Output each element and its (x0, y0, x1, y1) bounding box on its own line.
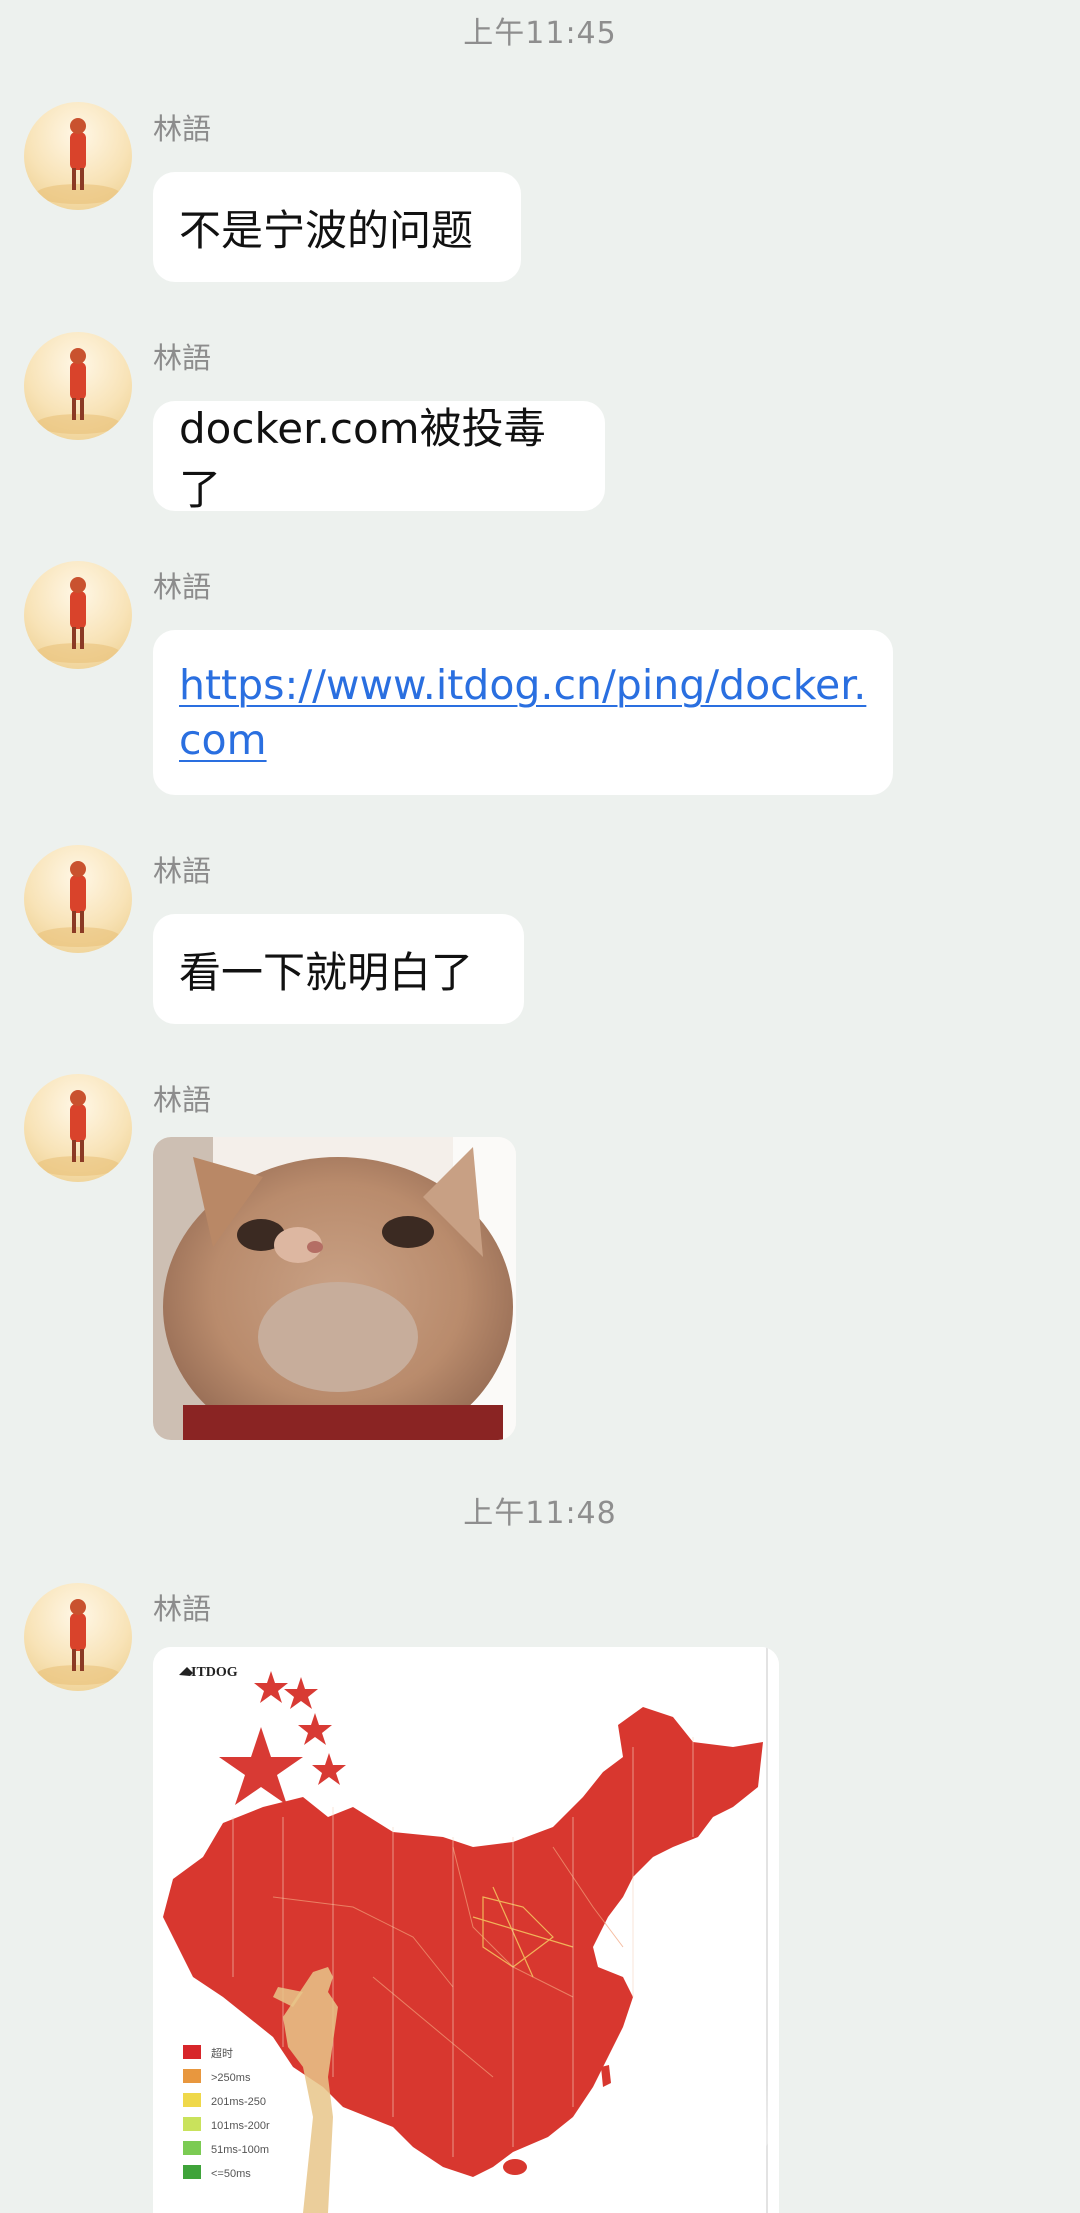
message-bubble[interactable]: docker.com被投毒了 (153, 401, 605, 514)
message-text: 不是宁波的问题 (179, 205, 474, 255)
legend-label: 101ms-200r (211, 2120, 270, 2132)
legend-swatch (183, 2069, 201, 2083)
message-bubble[interactable]: https://www.itdog.cn/ping/docker.com (153, 630, 893, 795)
legend-swatch (183, 2165, 201, 2179)
legend-swatch (183, 2093, 201, 2107)
chat-view[interactable]: 上午11:45 林語 不是宁波的问题 林語 docker.com被投毒了 林語 … (0, 0, 1080, 2213)
message-bubble[interactable]: 不是宁波的问题 (153, 172, 521, 282)
message-link[interactable]: https://www.itdog.cn/ping/docker.com (179, 658, 867, 768)
legend-swatch-timeout (183, 2045, 201, 2059)
timestamp: 上午11:48 (463, 1496, 617, 1531)
sender-name: 林語 (153, 854, 212, 888)
sender-name: 林語 (153, 112, 212, 146)
avatar[interactable] (24, 1583, 132, 1691)
ping-map-image[interactable]: ITDOG 超时 >250ms 201ms-250 101ms-200r 51m… (153, 1647, 779, 2213)
legend-swatch (183, 2141, 201, 2155)
avatar[interactable] (24, 561, 132, 669)
legend-label: >250ms (211, 2072, 251, 2084)
avatar[interactable] (24, 845, 132, 953)
sender-name: 林語 (153, 1083, 212, 1117)
timestamp: 上午11:45 (463, 16, 617, 51)
legend-label: <=50ms (211, 2168, 251, 2180)
legend-label: 51ms-100m (211, 2144, 269, 2156)
sender-name: 林語 (153, 341, 212, 375)
legend-label: 201ms-250 (211, 2096, 266, 2108)
message-bubble[interactable]: 看一下就明白了 (153, 914, 524, 1024)
sender-name: 林語 (153, 1592, 212, 1626)
sender-name: 林語 (153, 570, 212, 604)
avatar[interactable] (24, 102, 132, 210)
message-text: docker.com被投毒了 (179, 404, 546, 514)
cat-sticker-image[interactable] (153, 1137, 516, 1440)
legend-swatch (183, 2117, 201, 2131)
legend-label: 超时 (211, 2046, 233, 2060)
message-text: 看一下就明白了 (179, 947, 474, 997)
logo-text: ITDOG (191, 1665, 238, 1680)
avatar[interactable] (24, 1074, 132, 1182)
avatar[interactable] (24, 332, 132, 440)
